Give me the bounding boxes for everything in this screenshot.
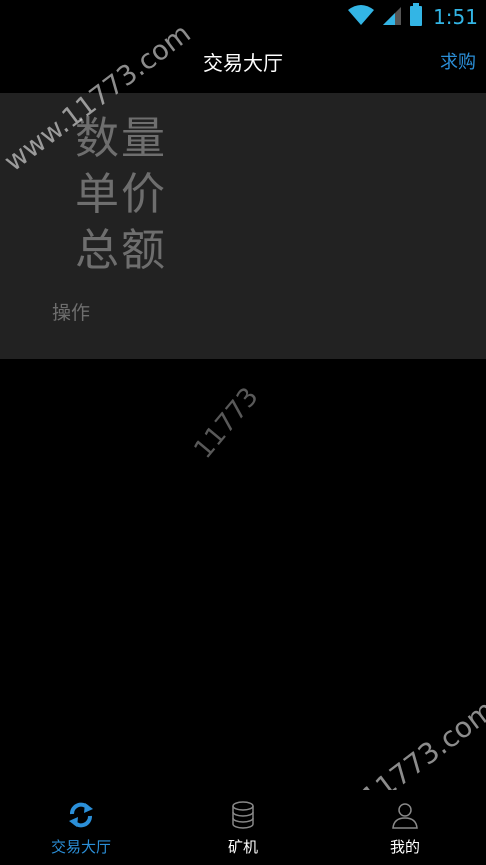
page-title: 交易大厅 [203,51,283,75]
operation-label[interactable]: 操作 [52,298,90,325]
price-label: 单价 [75,169,167,220]
buy-request-button[interactable]: 求购 [440,34,476,92]
total-label: 总额 [75,225,167,276]
nav-label: 矿机 [227,838,258,856]
nav-label: 交易大厅 [50,838,111,856]
app-header: 交易大厅 求购 [0,34,486,92]
nav-item-mine[interactable]: 我的 [324,790,486,865]
status-time: 1:51 [433,5,478,29]
refresh-icon [66,800,96,830]
cell-signal-icon [381,4,403,30]
bottom-nav: 交易大厅 矿机 我的 [0,790,486,865]
watermark: 11773 [188,381,265,465]
database-icon [228,800,258,830]
nav-label: 我的 [389,838,420,856]
nav-item-trading-hall[interactable]: 交易大厅 [0,790,162,865]
status-icons: 1:51 [347,3,478,31]
status-bar: 1:51 [0,0,486,34]
quantity-label: 数量 [75,113,167,164]
trade-list-item[interactable]: 数量 单价 总额 操作 [0,93,486,359]
nav-item-miner[interactable]: 矿机 [162,790,324,865]
battery-icon [409,3,423,31]
wifi-icon [347,4,375,30]
user-icon [390,800,420,830]
